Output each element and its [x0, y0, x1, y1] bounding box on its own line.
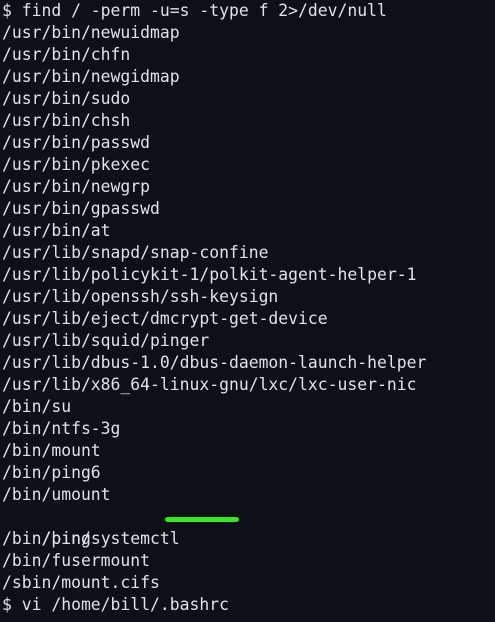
output-line: /bin/umount: [2, 485, 111, 504]
output-line: /bin/ntfs-3g: [2, 419, 121, 438]
output-line: /usr/lib/eject/dmcrypt-get-device: [2, 309, 328, 328]
output-line: /usr/lib/policykit-1/polkit-agent-helper…: [2, 265, 417, 284]
output-line: /usr/bin/sudo: [2, 89, 131, 108]
output-line: /usr/lib/x86_64-linux-gnu/lxc/lxc-user-n…: [2, 375, 417, 394]
command-prompt-line: $ vi /home/bill/.bashrc: [2, 595, 229, 614]
output-line: /usr/lib/openssh/ssh-keysign: [2, 287, 279, 306]
output-line: /bin/mount: [2, 441, 101, 460]
output-line: /usr/lib/squid/pinger: [2, 331, 210, 350]
output-line: /usr/bin/pkexec: [2, 155, 151, 174]
output-line: /usr/bin/newuidmap: [2, 23, 180, 42]
output-line: /usr/bin/at: [2, 221, 111, 240]
output-line: /usr/bin/gpasswd: [2, 199, 160, 218]
output-line: /bin/fusermount: [2, 551, 151, 570]
highlight-underline: [165, 517, 239, 522]
output-line: /usr/bin/newgidmap: [2, 67, 180, 86]
output-line: /usr/bin/chsh: [2, 111, 131, 130]
output-line: /usr/lib/dbus-1.0/dbus-daemon-launch-hel…: [2, 353, 427, 372]
output-line: /usr/bin/passwd: [2, 133, 151, 152]
output-line: /bin/ping: [2, 529, 91, 548]
cropped-next-line: [2, 616, 495, 622]
output-line: /bin/su: [2, 397, 72, 416]
output-line: /bin/ping6: [2, 463, 101, 482]
output-line: /usr/bin/newgrp: [2, 177, 151, 196]
highlighted-output-line: /bin/systemctl: [2, 506, 495, 548]
output-line: /usr/lib/snapd/snap-confine: [2, 243, 269, 262]
terminal-window[interactable]: $ find / -perm -u=s -type f 2>/dev/null …: [0, 0, 495, 622]
output-line: /sbin/mount.cifs: [2, 573, 160, 592]
output-line: /usr/bin/chfn: [2, 45, 131, 64]
command-prompt-line: $ find / -perm -u=s -type f 2>/dev/null: [2, 1, 387, 20]
